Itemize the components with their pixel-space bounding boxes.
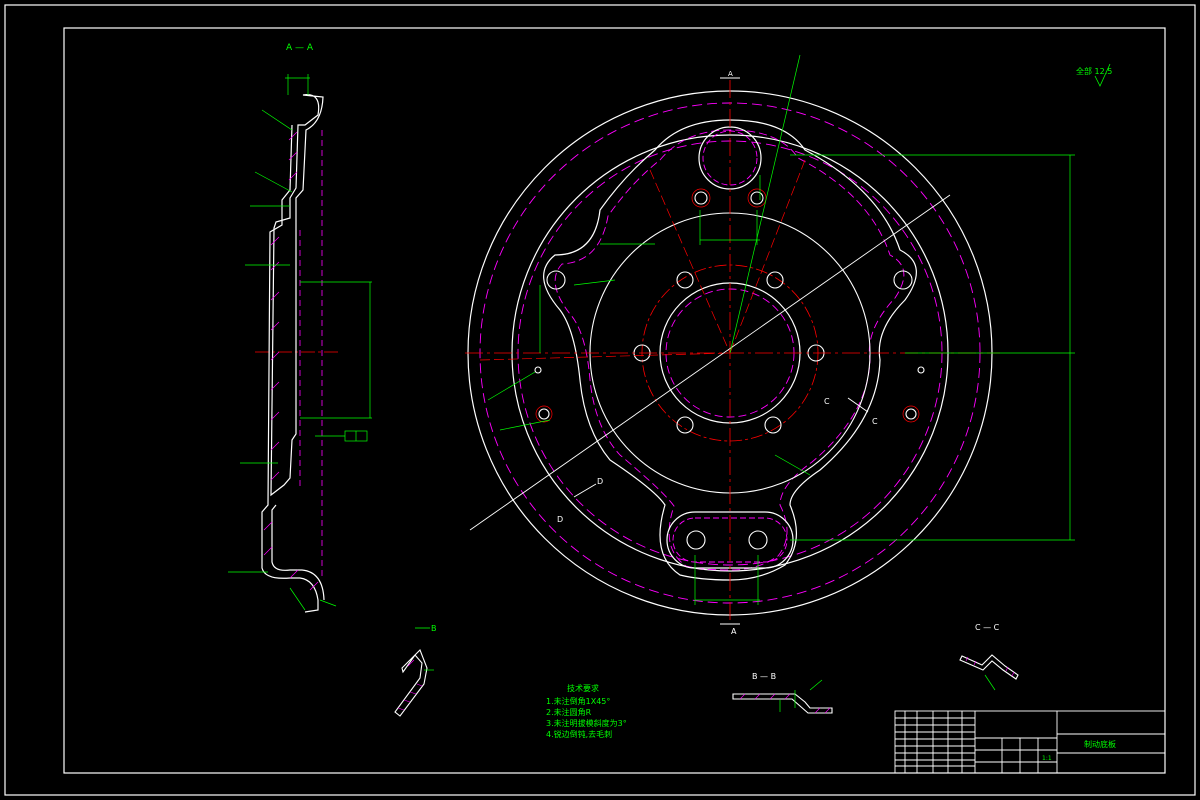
reference-diagonal-top: [729, 54, 801, 354]
tech-req-item-2: 2.未注圆角R: [546, 707, 592, 717]
engineering-drawing: A — A A A C C D D 全部 12.5 B B — B C — C …: [4, 4, 1196, 796]
tech-req-title: 技术要求: [567, 683, 599, 693]
section-view-b: B: [394, 624, 437, 717]
section-bb-profile: [732, 693, 833, 714]
section-b-marker: B: [431, 624, 437, 633]
section-view-aa: A — A: [228, 43, 372, 613]
section-marker-a-top: A: [728, 70, 733, 78]
bolt-holes: [534, 191, 925, 550]
tech-req-item-1: 1.未注倒角1X45°: [546, 696, 610, 706]
plate-outline-hidden: [554, 129, 905, 571]
diagonal-centerline: [479, 352, 731, 361]
front-view: A A C C D D: [465, 54, 1075, 636]
reference-diagonal: [469, 194, 951, 531]
technical-requirements: 技术要求 1.未注倒角1X45° 2.未注圆角R 3.未注明拔模斜度为3° 4.…: [546, 683, 627, 739]
section-marker-d-top: D: [597, 477, 603, 486]
section-marker-c-right: C: [872, 417, 878, 426]
tech-req-item-4: 4.锐边倒钝,去毛刺: [546, 729, 612, 739]
title-block: [894, 710, 1166, 774]
section-bb-label: B — B: [752, 672, 776, 681]
section-cc-profile: [959, 654, 1019, 680]
section-b-profile: [394, 649, 428, 717]
section-view-cc: C — C: [959, 623, 1019, 691]
section-marker-a-bottom: A: [731, 627, 737, 636]
section-aa-label: A — A: [286, 43, 314, 53]
section-marker-c-left: C: [824, 397, 830, 406]
section-marker-d-bottom: D: [557, 515, 563, 524]
tech-req-item-3: 3.未注明拔模斜度为3°: [546, 718, 627, 728]
outer-border: [4, 4, 1196, 796]
diagonal-centerline-2: [649, 169, 731, 354]
section-view-bb: B — B: [732, 672, 833, 714]
aa-profile-lower: [271, 504, 325, 601]
section-cc-label: C — C: [975, 623, 1000, 632]
aa-profile-outer: [270, 94, 324, 497]
section-bb-hatch: [739, 693, 831, 714]
title-block-part-name: 制动底板: [1084, 739, 1116, 749]
title-block-scale: 1:1: [1042, 755, 1052, 762]
